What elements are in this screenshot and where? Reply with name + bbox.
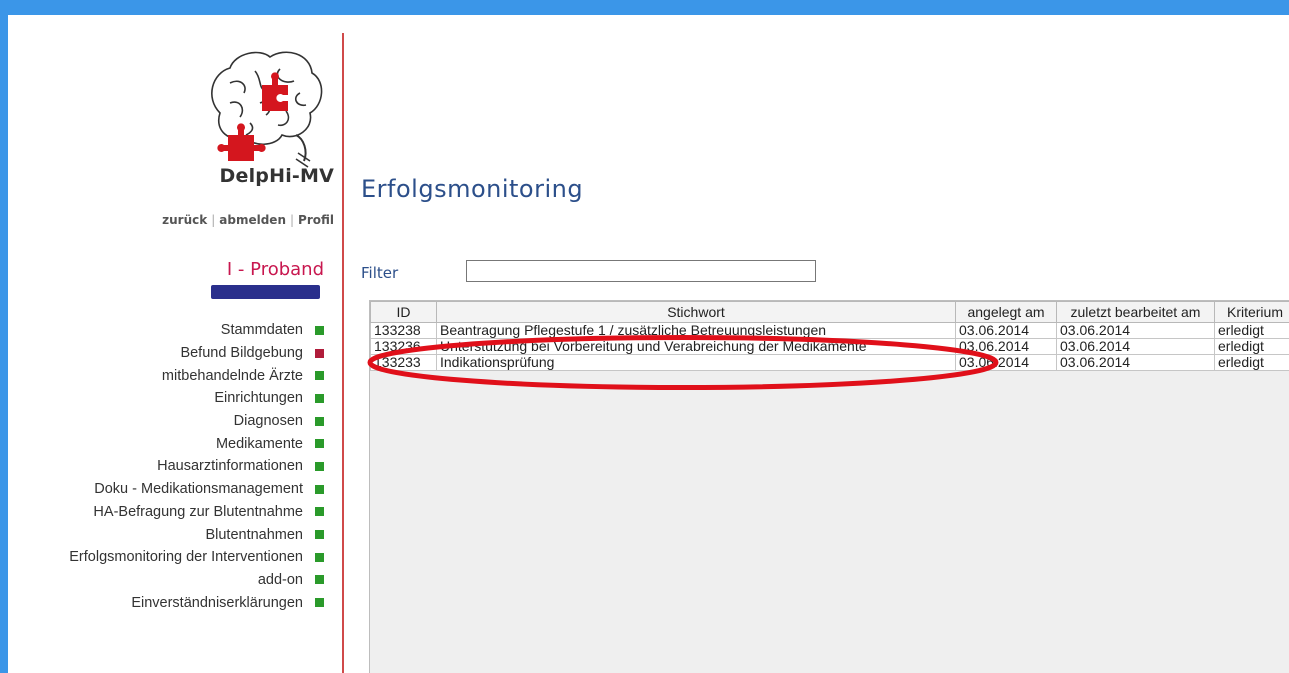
status-green-icon bbox=[315, 325, 324, 335]
table-cell[interactable]: erledigt bbox=[1214, 338, 1289, 355]
table-cell[interactable]: erledigt bbox=[1214, 322, 1289, 339]
column-header[interactable]: Kriterium bbox=[1214, 301, 1289, 323]
sidebar-item[interactable]: Doku - Medikationsmanagement bbox=[69, 478, 324, 501]
sidebar-item-label: mitbehandelnde Ärzte bbox=[161, 367, 303, 384]
sidebar-item-label: add-on bbox=[257, 571, 303, 588]
table-cell[interactable]: 03.06.2014 bbox=[955, 354, 1057, 371]
top-links: zurück | abmelden | Profil bbox=[162, 213, 334, 227]
sidebar-item-label: Medikamente bbox=[215, 435, 303, 452]
separator: | bbox=[289, 213, 295, 227]
app-frame: DelpHi-MV zurück | abmelden | Profil I - Pro… bbox=[8, 15, 1289, 673]
column-header[interactable]: Stichwort bbox=[436, 301, 956, 323]
table-body: 133238 Beantragung Pflegestufe 1 / zusätz… bbox=[370, 322, 1289, 371]
sidebar-nav: Stammdaten Befund Bildgebung mitbehandelnd… bbox=[69, 319, 324, 614]
status-green-icon bbox=[315, 461, 324, 471]
sidebar-item[interactable]: Erfolgsmonitoring der Interventionen bbox=[69, 546, 324, 569]
filter-input[interactable] bbox=[466, 260, 816, 282]
table-row[interactable]: 133233 Indikationsprüfung 03.06.2014 03.06.… bbox=[370, 354, 1289, 371]
status-green-icon bbox=[315, 439, 324, 449]
table-cell[interactable]: 03.06.2014 bbox=[1056, 338, 1215, 355]
sidebar-item-label: Hausarztinformationen bbox=[157, 458, 303, 475]
table-cell[interactable]: Beantragung Pflegestufe 1 / zusätzliche … bbox=[436, 322, 956, 339]
sidebar-item[interactable]: Diagnosen bbox=[69, 410, 324, 433]
sidebar-item-label: HA-Befragung zur Blutentnahme bbox=[93, 503, 303, 520]
sidebar-item-label: Diagnosen bbox=[233, 413, 303, 430]
brand-name: DelpHi-MV bbox=[219, 165, 334, 187]
sidebar-item[interactable]: mitbehandelnde Ärzte bbox=[69, 364, 324, 387]
sidebar-item[interactable]: Hausarztinformationen bbox=[69, 455, 324, 478]
table-cell[interactable]: 03.06.2014 bbox=[955, 338, 1057, 355]
sidebar-item-label: Befund Bildgebung bbox=[180, 345, 303, 362]
results-grid: ID Stichwort angelegt am zuletzt bearbeitet… bbox=[369, 300, 1289, 673]
column-header[interactable]: ID bbox=[370, 301, 437, 323]
sidebar-item[interactable]: Blutentnahmen bbox=[69, 523, 324, 546]
table-cell[interactable]: 133238 bbox=[370, 322, 437, 339]
column-header[interactable]: angelegt am bbox=[955, 301, 1057, 323]
sidebar-item[interactable]: HA-Befragung zur Blutentnahme bbox=[69, 501, 324, 524]
section-title: I - Proband bbox=[226, 259, 324, 280]
logout-link[interactable]: abmelden bbox=[219, 213, 286, 227]
sidebar-item-label: Doku - Medikationsmanagement bbox=[94, 481, 303, 498]
status-red-icon bbox=[315, 348, 324, 358]
table-cell[interactable]: Unterstützung bei Vorbereitung und Verab… bbox=[436, 338, 956, 355]
table-cell[interactable]: 03.06.2014 bbox=[1056, 354, 1215, 371]
sidebar-item-label: Einverständniserklärungen bbox=[131, 594, 303, 611]
table-header: ID Stichwort angelegt am zuletzt bearbeitet… bbox=[370, 301, 1289, 323]
sidebar-item-label: Einrichtungen bbox=[214, 390, 303, 407]
sidebar-item-label: Stammdaten bbox=[220, 322, 303, 339]
profile-link[interactable]: Profil bbox=[298, 213, 334, 227]
sidebar-item[interactable]: Einrichtungen bbox=[69, 387, 324, 410]
back-link[interactable]: zurück bbox=[162, 213, 207, 227]
sidebar-item[interactable]: Stammdaten bbox=[69, 319, 324, 342]
status-green-icon bbox=[315, 530, 324, 540]
sidebar-divider bbox=[342, 33, 344, 673]
status-green-icon bbox=[315, 575, 324, 585]
table-cell[interactable]: 03.06.2014 bbox=[955, 322, 1057, 339]
sidebar-item[interactable]: add-on bbox=[69, 569, 324, 592]
status-green-icon bbox=[315, 371, 324, 381]
table-cell[interactable]: erledigt bbox=[1214, 354, 1289, 371]
status-green-icon bbox=[315, 416, 324, 426]
separator: | bbox=[211, 213, 216, 227]
status-green-icon bbox=[315, 552, 324, 562]
table-cell[interactable]: 133233 bbox=[370, 354, 437, 371]
redacted-patient-name bbox=[211, 285, 320, 299]
table-cell[interactable]: 03.06.2014 bbox=[1056, 322, 1215, 339]
status-green-icon bbox=[315, 507, 324, 517]
table-row[interactable]: 133236 Unterstützung bei Vorbereitung und… bbox=[370, 338, 1289, 355]
main-content: Erfolgsmonitoring Filter ID Stichwort ange… bbox=[348, 15, 1289, 673]
sidebar-item[interactable]: Medikamente bbox=[69, 432, 324, 455]
status-green-icon bbox=[315, 393, 324, 403]
sidebar-item[interactable]: Einverständniserklärungen bbox=[69, 591, 324, 614]
results-table: ID Stichwort angelegt am zuletzt bearbeitet… bbox=[370, 301, 1289, 371]
table-cell[interactable]: 133236 bbox=[370, 338, 437, 355]
status-green-icon bbox=[315, 484, 324, 494]
page-title: Erfolgsmonitoring bbox=[361, 175, 584, 203]
sidebar-item[interactable]: Befund Bildgebung bbox=[69, 342, 324, 365]
column-header[interactable]: zuletzt bearbeitet am bbox=[1056, 301, 1215, 323]
table-cell[interactable]: Indikationsprüfung bbox=[436, 354, 956, 371]
sidebar-item-label: Erfolgsmonitoring der Interventionen bbox=[69, 549, 303, 566]
sidebar-item-label: Blutentnahmen bbox=[205, 526, 303, 543]
status-green-icon bbox=[315, 598, 324, 608]
table-row[interactable]: 133238 Beantragung Pflegestufe 1 / zusätz… bbox=[370, 322, 1289, 339]
filter-label: Filter bbox=[361, 264, 399, 282]
sidebar: DelpHi-MV zurück | abmelden | Profil I - Pro… bbox=[8, 15, 342, 673]
